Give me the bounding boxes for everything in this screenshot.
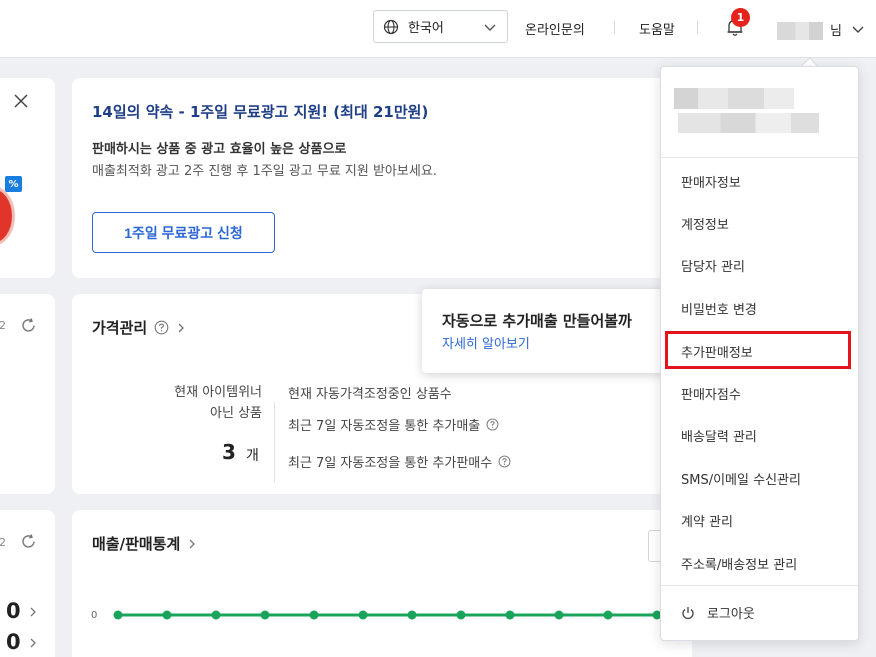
stat-value[interactable]: 0 bbox=[6, 599, 21, 623]
language-label: 한국어 bbox=[408, 21, 444, 36]
left-stat-card: 02 0 0 bbox=[0, 510, 55, 657]
date-fragment: 02 bbox=[0, 319, 6, 332]
highlight-box bbox=[665, 331, 851, 369]
stat-value[interactable]: 0 bbox=[6, 630, 21, 654]
promo-banner-card: % bbox=[0, 78, 55, 278]
online-inquiry-link[interactable]: 온라인문의 bbox=[525, 19, 585, 38]
non-item-winner-label: 현재 아이템위너 아닌 상품 bbox=[142, 382, 262, 424]
left-stat-card: 02 bbox=[0, 294, 55, 494]
data-point[interactable] bbox=[113, 610, 123, 620]
logout-label: 로그아웃 bbox=[707, 607, 755, 622]
stat-label: 현재 자동가격조정중인 상품수 bbox=[288, 387, 452, 402]
free-ad-apply-button[interactable]: 1주일 무료광고 신청 bbox=[92, 212, 275, 253]
count-unit: 개 bbox=[246, 448, 259, 464]
menu-item-password-change[interactable]: 비밀번호 변경 bbox=[681, 299, 757, 318]
data-point[interactable] bbox=[162, 610, 172, 620]
data-point[interactable] bbox=[309, 610, 319, 620]
promo-subtitle: 판매하시는 상품 중 광고 효율이 높은 상품으로 bbox=[92, 142, 347, 157]
percent-badge: % bbox=[5, 176, 22, 192]
data-point[interactable] bbox=[603, 610, 613, 620]
date-fragment: 02 bbox=[0, 536, 6, 549]
data-point[interactable] bbox=[358, 610, 368, 620]
help-icon[interactable] bbox=[498, 455, 511, 468]
logout-button[interactable]: 로그아웃 bbox=[681, 603, 755, 622]
non-winner-count[interactable]: 3 bbox=[222, 440, 236, 464]
auto-sales-tooltip: 자동으로 추가매출 만들어볼까 자세히 알아보기 bbox=[422, 289, 672, 373]
data-point[interactable] bbox=[407, 610, 417, 620]
user-name-redacted[interactable] bbox=[777, 22, 823, 40]
menu-item-seller-info[interactable]: 판매자정보 bbox=[681, 172, 741, 191]
menu-item-sms-email-settings[interactable]: SMS/이메일 수신관리 bbox=[681, 469, 801, 488]
promo-illustration bbox=[0, 186, 15, 246]
auto-price-count-stat: 현재 자동가격조정중인 상품수 bbox=[288, 383, 452, 402]
top-header: 한국어 온라인문의 도움말 1 님 bbox=[0, 0, 876, 58]
sales-statistics-card: 매출/판매통계 0 bbox=[72, 510, 692, 657]
close-icon[interactable] bbox=[14, 94, 28, 108]
account-name-redacted bbox=[674, 88, 794, 109]
tooltip-title: 자동으로 추가매출 만들어볼까 bbox=[442, 312, 632, 330]
sales-line-chart: 0 bbox=[91, 610, 662, 621]
help-icon[interactable] bbox=[486, 418, 499, 431]
data-point[interactable] bbox=[456, 610, 466, 620]
menu-divider bbox=[661, 157, 858, 158]
menu-item-account-info[interactable]: 계정정보 bbox=[681, 214, 729, 233]
auto-extra-sales-stat: 최근 7일 자동조정을 통한 추가매출 bbox=[288, 415, 499, 434]
help-link[interactable]: 도움말 bbox=[639, 19, 675, 38]
header-divider bbox=[614, 21, 615, 34]
stat-label: 최근 7일 자동조정을 통한 추가판매수 bbox=[288, 456, 493, 471]
refresh-icon[interactable] bbox=[20, 533, 37, 550]
user-suffix[interactable]: 님 bbox=[830, 20, 842, 39]
menu-item-delivery-calendar[interactable]: 배송달력 관리 bbox=[681, 426, 757, 445]
account-id-redacted bbox=[678, 113, 819, 133]
promo-title: 14일의 약속 - 1주일 무료광고 지원! (최대 21만원) bbox=[92, 103, 429, 121]
menu-item-seller-score[interactable]: 판매자점수 bbox=[681, 384, 741, 403]
menu-item-contract-admin[interactable]: 계약 관리 bbox=[681, 511, 733, 530]
data-point[interactable] bbox=[211, 610, 221, 620]
language-select[interactable]: 한국어 bbox=[373, 10, 508, 43]
menu-item-address-book[interactable]: 주소록/배송정보 관리 bbox=[681, 554, 797, 573]
section-title-label: 가격관리 bbox=[92, 319, 148, 337]
label-line: 현재 아이템위너 bbox=[174, 385, 262, 400]
data-point[interactable] bbox=[554, 610, 564, 620]
column-divider bbox=[274, 402, 275, 482]
globe-icon bbox=[383, 19, 399, 34]
data-point[interactable] bbox=[260, 610, 270, 620]
notification-badge: 1 bbox=[731, 8, 750, 27]
learn-more-link[interactable]: 자세히 알아보기 bbox=[442, 333, 530, 352]
price-management-title[interactable]: 가격관리 bbox=[92, 317, 187, 338]
data-point[interactable] bbox=[505, 610, 515, 620]
y-tick-label: 0 bbox=[91, 610, 97, 621]
chevron-right-icon[interactable] bbox=[28, 638, 38, 648]
menu-divider bbox=[661, 585, 858, 586]
power-icon bbox=[682, 606, 694, 619]
auto-extra-units-stat: 최근 7일 자동조정을 통한 추가판매수 bbox=[288, 452, 511, 471]
account-dropdown-menu: 판매자정보 계정정보 담당자 관리 비밀번호 변경 추가판매정보 판매자점수 배송달력 관리… bbox=[660, 66, 859, 641]
label-line: 아닌 상품 bbox=[210, 406, 262, 421]
chevron-right-icon[interactable] bbox=[28, 607, 38, 617]
refresh-icon[interactable] bbox=[20, 317, 37, 334]
promo-description: 매출최적화 광고 2주 진행 후 1주일 광고 무료 지원 받아보세요. bbox=[92, 164, 437, 179]
free-ad-promo-card: 14일의 약속 - 1주일 무료광고 지원! (최대 21만원) 판매하시는 상… bbox=[72, 78, 692, 278]
stat-label: 최근 7일 자동조정을 통한 추가매출 bbox=[288, 419, 481, 434]
menu-item-manager-admin[interactable]: 담당자 관리 bbox=[681, 256, 745, 275]
chevron-right-icon[interactable] bbox=[175, 322, 187, 334]
header-divider bbox=[697, 21, 698, 34]
help-icon[interactable] bbox=[154, 320, 169, 335]
chevron-down-icon[interactable] bbox=[851, 22, 865, 36]
chevron-down-icon bbox=[484, 24, 496, 31]
